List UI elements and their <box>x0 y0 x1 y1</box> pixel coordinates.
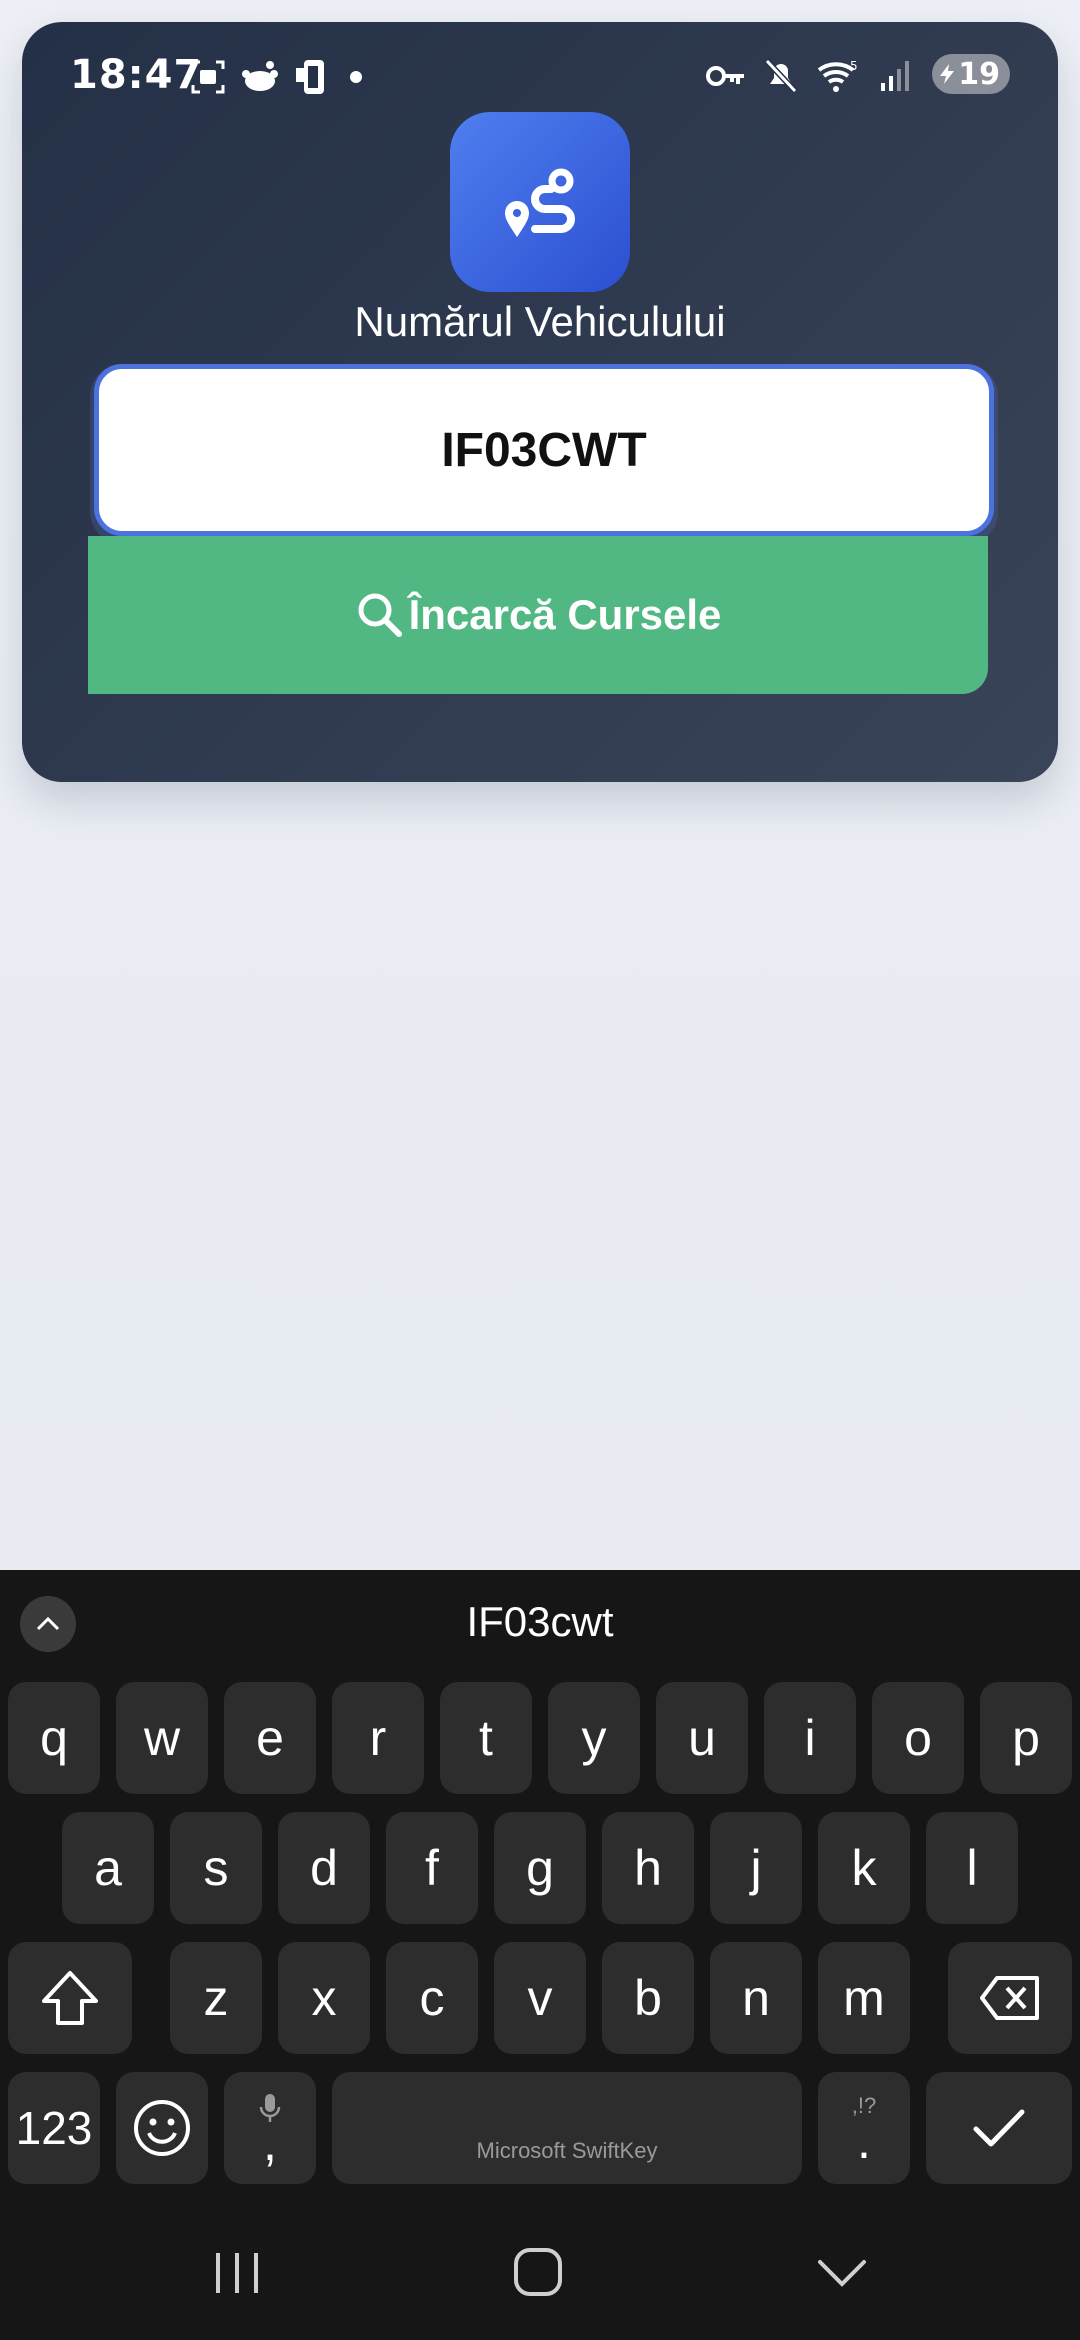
dot-icon <box>350 71 362 83</box>
signal-icon <box>881 61 909 91</box>
key-v[interactable]: v <box>494 1942 586 2054</box>
field-label: Numărul Vehiculului <box>354 298 726 345</box>
screenshot-icon <box>191 60 225 94</box>
key-e[interactable]: e <box>224 1682 316 1794</box>
battery-indicator: 19 <box>932 54 1010 94</box>
key-a[interactable]: a <box>62 1812 154 1924</box>
suggestion-bar: IF03cwt <box>0 1570 1080 1680</box>
period-key[interactable]: ,!? . <box>818 2072 910 2184</box>
period-label: . <box>857 2113 871 2169</box>
key-c[interactable]: c <box>386 1942 478 2054</box>
key-w[interactable]: w <box>116 1682 208 1794</box>
key-m[interactable]: m <box>818 1942 910 2054</box>
shift-icon <box>42 1971 98 2025</box>
key-y[interactable]: y <box>548 1682 640 1794</box>
recent-apps-icon[interactable] <box>212 2248 262 2298</box>
key-t[interactable]: t <box>440 1682 532 1794</box>
vehicle-card: 18:47 5 19 Numărul Vehiculului IF03CWT Î… <box>22 22 1058 782</box>
key-u[interactable]: u <box>656 1682 748 1794</box>
key-g[interactable]: g <box>494 1812 586 1924</box>
reddit-icon <box>242 61 278 91</box>
key-q[interactable]: q <box>8 1682 100 1794</box>
key-b[interactable]: b <box>602 1942 694 2054</box>
key-j[interactable]: j <box>710 1812 802 1924</box>
navigation-bar <box>0 2200 1080 2340</box>
payment-icon <box>296 60 324 94</box>
vehicle-number-input[interactable]: IF03CWT <box>94 364 994 536</box>
back-chevron-icon[interactable] <box>816 2256 868 2290</box>
route-icon <box>505 168 575 237</box>
key-k[interactable]: k <box>818 1812 910 1924</box>
key-h[interactable]: h <box>602 1812 694 1924</box>
comma-label: , <box>263 2115 277 2171</box>
key-i[interactable]: i <box>764 1682 856 1794</box>
home-icon[interactable] <box>512 2246 564 2298</box>
svg-text:5: 5 <box>850 59 858 73</box>
backspace-key[interactable] <box>948 1942 1072 2054</box>
key-d[interactable]: d <box>278 1812 370 1924</box>
vpn-key-icon <box>706 66 744 86</box>
key-n[interactable]: n <box>710 1942 802 2054</box>
suggestion-word[interactable]: IF03cwt <box>0 1598 1080 1646</box>
load-rides-label: Încarcă Cursele <box>408 591 722 638</box>
app-logo <box>450 112 630 292</box>
enter-key[interactable] <box>926 2072 1072 2184</box>
space-label: Microsoft SwiftKey <box>476 2138 658 2163</box>
battery-level: 19 <box>958 56 1000 92</box>
key-l[interactable]: l <box>926 1812 1018 1924</box>
emoji-key[interactable] <box>116 2072 208 2184</box>
charging-icon <box>940 64 954 84</box>
key-r[interactable]: r <box>332 1682 424 1794</box>
space-key[interactable]: Microsoft SwiftKey <box>332 2072 802 2184</box>
key-x[interactable]: x <box>278 1942 370 2054</box>
key-z[interactable]: z <box>170 1942 262 2054</box>
key-s[interactable]: s <box>170 1812 262 1924</box>
numbers-key[interactable]: 123 <box>8 2072 100 2184</box>
checkmark-icon <box>973 2109 1025 2147</box>
mute-icon <box>764 58 798 94</box>
backspace-icon <box>980 1976 1039 2020</box>
key-p[interactable]: p <box>980 1682 1072 1794</box>
status-bar: 18:47 5 19 <box>22 22 1058 122</box>
emoji-icon <box>134 2100 190 2156</box>
status-time: 18:47 <box>70 52 203 98</box>
load-rides-button[interactable]: Încarcă Cursele <box>88 536 988 694</box>
comma-key[interactable]: , <box>224 2072 316 2184</box>
key-f[interactable]: f <box>386 1812 478 1924</box>
shift-key[interactable] <box>8 1942 132 2054</box>
key-o[interactable]: o <box>872 1682 964 1794</box>
search-icon <box>358 593 402 637</box>
wifi-icon: 5 <box>817 59 858 92</box>
